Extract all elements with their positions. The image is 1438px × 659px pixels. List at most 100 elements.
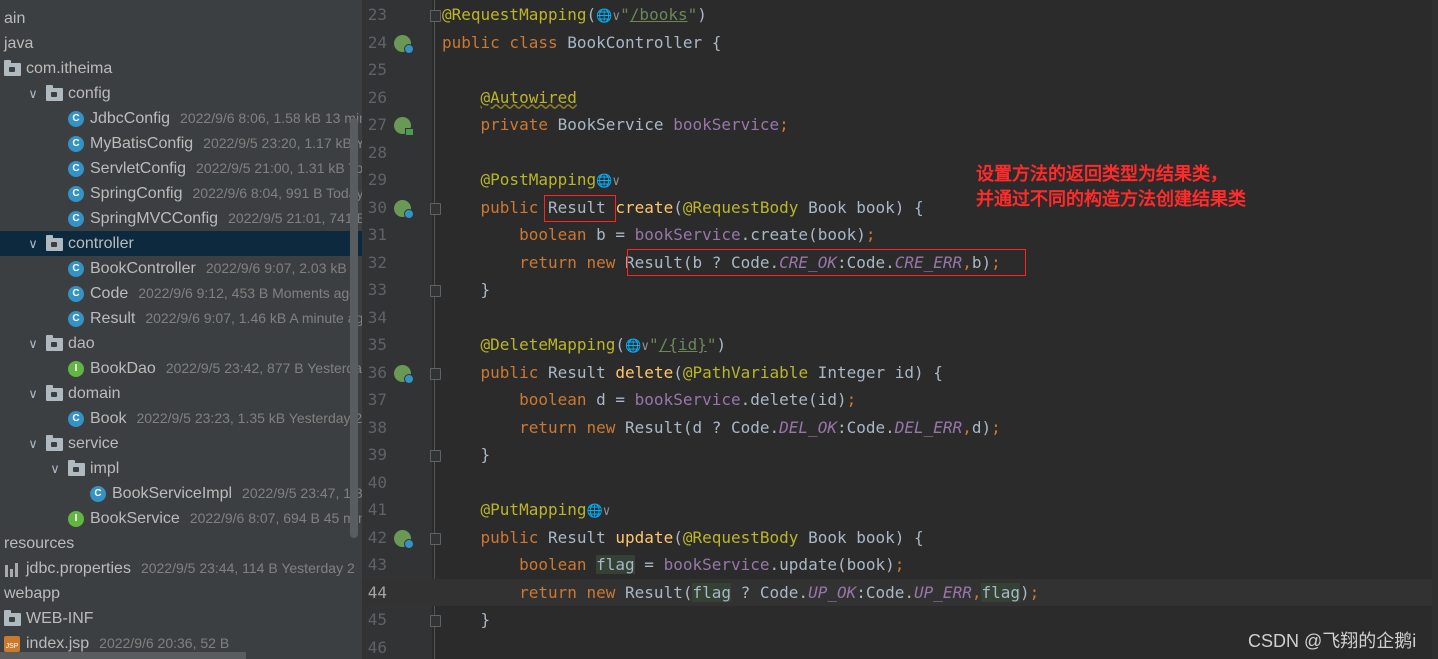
code-line[interactable]: 30 public Result create(@RequestBody Boo…: [362, 194, 1438, 222]
code-token: ;: [846, 390, 857, 409]
fold-marker-icon[interactable]: [430, 532, 441, 545]
tree-item-label: BookServiceImpl 2022/9/5 23:47, 1.39: [112, 481, 362, 506]
code-text: boolean b = bookService.create(book);: [442, 221, 875, 249]
editor-vertical-scrollbar[interactable]: [1432, 0, 1438, 659]
tree-item-service[interactable]: ∨ service: [0, 431, 362, 456]
spring-bean-icon[interactable]: [394, 34, 414, 54]
expand-arrow-icon[interactable]: ∨: [26, 331, 40, 356]
code-line[interactable]: 37 boolean d = bookService.delete(id);: [362, 386, 1438, 414]
tree-item-name: resources: [4, 535, 75, 552]
code-line[interactable]: 27 private BookService bookService;: [362, 111, 1438, 139]
tree-item-webapp[interactable]: webapp: [0, 581, 362, 606]
tree-item-jdbcconfig[interactable]: C JdbcConfig 2022/9/6 8:06, 1.58 kB 13 min…: [0, 106, 362, 131]
tree-item-meta: 2022/9/5 23:20, 1.17 kB Yes: [203, 135, 362, 151]
tree-item-domain[interactable]: ∨ domain: [0, 381, 362, 406]
spring-bean-icon[interactable]: [394, 199, 414, 219]
tree-item-ain[interactable]: ain: [0, 6, 362, 31]
tree-item-name: dao: [68, 335, 95, 352]
tree-item-impl[interactable]: ∨ impl: [0, 456, 362, 481]
spring-bean-icon[interactable]: [394, 364, 414, 384]
code-line[interactable]: 26 @Autowired: [362, 84, 1438, 112]
code-token: .delete(id): [740, 390, 847, 409]
code-token: }: [442, 445, 491, 464]
tree-item-java[interactable]: java: [0, 31, 362, 56]
tree-item-book[interactable]: C Book 2022/9/5 23:23, 1.35 kB Yesterday 2…: [0, 406, 362, 431]
code-token: ): [1020, 582, 1030, 602]
code-token: @Autowired: [480, 87, 577, 107]
code-line[interactable]: 43 boolean flag = bookService.update(boo…: [362, 551, 1438, 579]
expand-arrow-icon[interactable]: ∨: [26, 231, 40, 256]
tree-item-name: ain: [4, 10, 26, 27]
code-token: ": [649, 335, 659, 354]
tree-item-config[interactable]: ∨ config: [0, 81, 362, 106]
bean-navigate-icon[interactable]: [394, 117, 414, 136]
tree-item-controller[interactable]: ∨ controller: [0, 231, 362, 256]
code-token: (: [586, 5, 597, 24]
code-line[interactable]: 33 }: [362, 276, 1438, 304]
spring-bean-icon[interactable]: [394, 529, 414, 549]
tree-item-resources[interactable]: resources: [0, 531, 362, 556]
code-line[interactable]: 29 @PostMapping🌐∨: [362, 166, 1438, 194]
code-token: bookService: [634, 390, 741, 409]
tree-item-name: SpringMVCConfig: [90, 210, 219, 227]
fold-marker-icon[interactable]: [430, 202, 441, 215]
code-line[interactable]: 31 boolean b = bookService.create(book);: [362, 221, 1438, 249]
java-class-icon: C: [68, 286, 84, 302]
project-tree[interactable]: ain java com.itheima ∨ config C JdbcConfig 2022…: [0, 0, 362, 659]
jsp-file-icon: JSP: [4, 636, 20, 652]
tree-item-com-itheima[interactable]: com.itheima: [0, 56, 362, 81]
tree-item-result[interactable]: C Result 2022/9/6 9:07, 1.46 kB A minute a…: [0, 306, 362, 331]
tree-item-bookserviceimpl[interactable]: C BookServiceImpl 2022/9/5 23:47, 1.39: [0, 481, 362, 506]
tree-item-web-inf[interactable]: WEB-INF: [0, 606, 362, 631]
fold-marker-icon[interactable]: [430, 450, 441, 462]
tree-item-bookservice[interactable]: I BookService 2022/9/6 8:07, 694 B 45 minu…: [0, 506, 362, 531]
expand-arrow-icon[interactable]: ∨: [48, 456, 62, 481]
expand-arrow-icon[interactable]: ∨: [26, 81, 40, 106]
tree-item-meta: 2022/9/5 21:01, 741 B Y: [228, 210, 362, 226]
line-number: 29: [367, 170, 387, 189]
tree-item-meta: 2022/9/5 23:44, 114 B Yesterday 2: [140, 560, 355, 576]
java-class-icon: C: [68, 111, 84, 127]
code-line[interactable]: 38 return new Result(d ? Code.DEL_OK:Cod…: [362, 414, 1438, 442]
fold-marker-icon[interactable]: [430, 367, 441, 380]
code-token: @PutMapping: [480, 500, 587, 519]
tree-item-bookcontroller[interactable]: C BookController 2022/9/6 9:07, 2.03 kB 2 …: [0, 256, 362, 281]
code-token: ": [706, 335, 717, 354]
tree-item-code[interactable]: C Code 2022/9/6 9:12, 453 B Moments ago: [0, 281, 362, 306]
java-class-icon: C: [68, 211, 84, 227]
tree-item-bookdao[interactable]: I BookDao 2022/9/5 23:42, 877 B Yesterday …: [0, 356, 362, 381]
tree-item-servletconfig[interactable]: C ServletConfig 2022/9/5 21:00, 1.31 kB To…: [0, 156, 362, 181]
code-line[interactable]: 28: [362, 139, 1438, 167]
code-token: return new: [519, 582, 626, 602]
tree-vertical-scrollbar[interactable]: [350, 118, 358, 538]
tree-item-springmvcconfig[interactable]: C SpringMVCConfig 2022/9/5 21:01, 741 B Y: [0, 206, 362, 231]
code-line[interactable]: 42 public Result update(@RequestBody Boo…: [362, 524, 1438, 552]
code-line[interactable]: 24 public class BookController {: [362, 29, 1438, 57]
fold-marker-icon[interactable]: [430, 615, 441, 627]
tree-item-meta: 2022/9/6 8:04, 991 B Today 8: [192, 185, 363, 201]
tree-item-name: BookServiceImpl: [112, 485, 233, 502]
code-line[interactable]: 39 }: [362, 441, 1438, 469]
code-line[interactable]: 40: [362, 469, 1438, 497]
expand-arrow-icon[interactable]: ∨: [26, 381, 40, 406]
tree-item-springconfig[interactable]: C SpringConfig 2022/9/6 8:04, 991 B Today …: [0, 181, 362, 206]
code-line[interactable]: 35 @DeleteMapping(🌐∨"/{id}"): [362, 331, 1438, 359]
fold-marker-icon[interactable]: [430, 285, 441, 297]
tree-horizontal-scrollbar[interactable]: [0, 652, 246, 659]
expand-arrow-icon[interactable]: ∨: [26, 431, 40, 456]
code-editor[interactable]: 23 @RequestMapping(🌐∨"/books") 24 public cl…: [362, 0, 1438, 659]
code-text: public class BookController {: [442, 29, 721, 57]
code-line[interactable]: 41 @PutMapping🌐∨: [362, 496, 1438, 524]
code-line[interactable]: 25: [362, 56, 1438, 84]
tree-item-jdbc-properties[interactable]: jdbc.properties 2022/9/5 23:44, 114 B Yes…: [0, 556, 362, 581]
tree-item-dao[interactable]: ∨ dao: [0, 331, 362, 356]
code-line[interactable]: 34: [362, 304, 1438, 332]
code-line[interactable]: 36 public Result delete(@PathVariable In…: [362, 359, 1438, 387]
fold-marker-icon[interactable]: [430, 10, 441, 22]
code-line[interactable]: 23 @RequestMapping(🌐∨"/books"): [362, 1, 1438, 29]
code-line[interactable]: 44 return new Result(flag ? Code.UP_OK:C…: [362, 578, 1438, 606]
line-number: 44: [367, 582, 387, 602]
tree-item-mybatisconfig[interactable]: C MyBatisConfig 2022/9/5 23:20, 1.17 kB Ye…: [0, 131, 362, 156]
